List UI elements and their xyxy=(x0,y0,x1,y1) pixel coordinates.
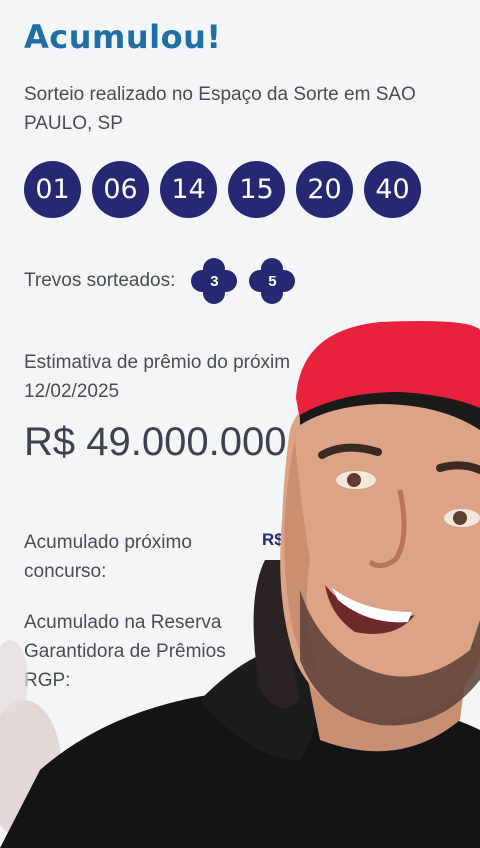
lottery-result-page: Acumulou! Sorteio realizado no Espaço da… xyxy=(0,0,480,848)
presenter-overlay xyxy=(0,321,480,848)
